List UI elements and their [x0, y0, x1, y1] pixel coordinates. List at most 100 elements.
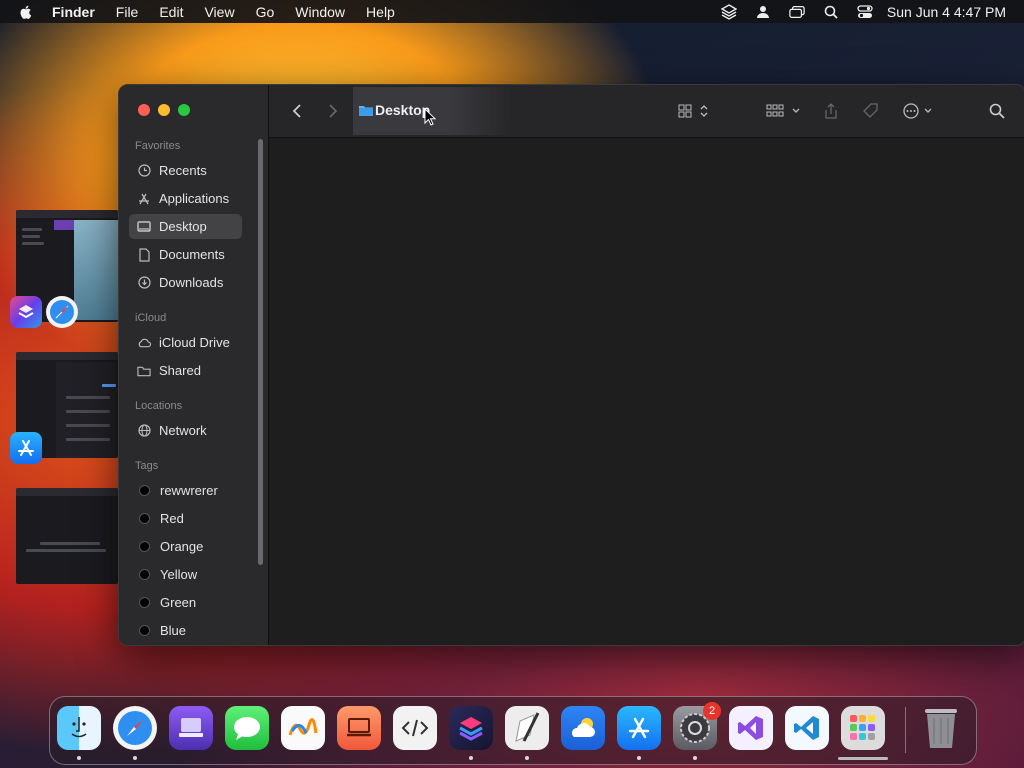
back-icon[interactable] [287, 101, 307, 121]
dock-app-presenter[interactable] [337, 706, 381, 750]
sidebar-tag-rewwrerer[interactable]: rewwrerer [129, 478, 242, 503]
menu-edit[interactable]: Edit [159, 4, 183, 20]
sidebar-tag-blue[interactable]: Blue [129, 618, 242, 643]
menu-view[interactable]: View [204, 4, 234, 20]
dock-app-system-settings[interactable]: 2 [673, 702, 721, 750]
thumbnail-line [66, 424, 110, 427]
apple-icon[interactable] [18, 4, 34, 20]
minimize-button[interactable] [158, 104, 170, 116]
notification-badge: 2 [703, 702, 721, 720]
group-by-icon[interactable] [765, 101, 805, 121]
document-icon [137, 247, 151, 262]
thumbnail-line [26, 549, 106, 552]
thumbnail-titlebar [16, 210, 118, 218]
sidebar-item-label: iCloud Drive [159, 335, 230, 350]
sidebar-tag-red[interactable]: Red [129, 506, 242, 531]
close-button[interactable] [138, 104, 150, 116]
sidebar-item-desktop[interactable]: Desktop [129, 214, 242, 239]
sidebar-item-label: Yellow [160, 567, 198, 582]
sidebar-tag-green[interactable]: Green [129, 590, 242, 615]
running-indicator [637, 756, 641, 760]
tag-icon[interactable] [861, 101, 881, 121]
dock-app-freeform[interactable] [281, 706, 325, 750]
thumbnail-line [22, 228, 42, 231]
sidebar-item-network[interactable]: Network [129, 418, 242, 443]
appstore-stage-icon[interactable] [10, 432, 42, 464]
tag-dot-icon [139, 541, 150, 552]
dock-app-visual-studio[interactable] [729, 706, 773, 750]
tag-dot-icon [139, 569, 150, 580]
sidebar-item-documents[interactable]: Documents [129, 242, 242, 267]
thumbnail-titlebar [16, 352, 118, 360]
tags-heading: Tags [135, 460, 159, 472]
sidebar-item-label: Applications [159, 191, 230, 206]
toolbar: Desktop [269, 85, 1024, 138]
sidebar-tag-orange[interactable]: Orange [129, 534, 242, 559]
file-area[interactable] [269, 138, 1024, 645]
sidebar-item-label: Documents [159, 247, 225, 262]
dock-separator [905, 707, 906, 753]
user-icon[interactable] [755, 4, 771, 20]
favorites-heading: Favorites [135, 140, 181, 152]
zoom-button[interactable] [178, 104, 190, 116]
menu-clock[interactable]: Sun Jun 4 4:47 PM [887, 4, 1006, 20]
dock-app-messages[interactable] [225, 706, 269, 750]
sidebar-tag-yellow[interactable]: Yellow [129, 562, 242, 587]
dock-app-safari[interactable] [113, 706, 157, 750]
dock-scroll-indicator [838, 757, 888, 760]
search-icon[interactable] [987, 101, 1007, 121]
applications-icon [137, 192, 151, 206]
stack-icon[interactable] [720, 3, 737, 20]
dock-app-weather[interactable] [561, 706, 605, 750]
dock-app-launchpad[interactable] [841, 706, 885, 750]
dock-trash[interactable] [919, 706, 963, 750]
sidebar-item-downloads[interactable]: Downloads [129, 270, 242, 295]
sidebar-item-label: Shared [159, 363, 201, 378]
search-icon[interactable] [823, 4, 839, 20]
dock-app-script-editor[interactable] [393, 706, 437, 750]
menu-bar: Finder File Edit View Go Window Help Sun… [0, 0, 1024, 23]
sidebar-item-applications[interactable]: Applications [129, 186, 242, 211]
screen-mirror-icon[interactable] [789, 4, 805, 20]
menu-help[interactable]: Help [366, 4, 395, 20]
sidebar-item-label: Red [160, 511, 184, 526]
sidebar-item-shared[interactable]: Shared [129, 358, 242, 383]
sidebar-scrollbar[interactable] [258, 139, 263, 565]
window-title[interactable]: Desktop [375, 102, 430, 118]
action-menu-icon[interactable] [901, 101, 941, 121]
mouse-cursor-icon [424, 108, 436, 126]
stage-thumbnail-editor[interactable] [16, 488, 118, 584]
shared-folder-icon [137, 364, 151, 378]
thumbnail-line [102, 384, 116, 387]
menu-go[interactable]: Go [256, 4, 275, 20]
menu-file[interactable]: File [116, 4, 139, 20]
dock-app-finder[interactable] [57, 706, 101, 750]
sidebar-item-label: Recents [159, 163, 207, 178]
shortcuts-stage-icon[interactable] [10, 296, 42, 328]
dock-app-notes-pen[interactable] [505, 706, 549, 750]
share-icon[interactable] [821, 101, 841, 121]
menu-window[interactable]: Window [295, 4, 345, 20]
dock-app-shortcuts[interactable] [449, 706, 493, 750]
safari-stage-icon[interactable] [46, 296, 78, 328]
sidebar-item-label: Desktop [159, 219, 207, 234]
view-mode-icon[interactable] [677, 101, 713, 121]
menu-finder[interactable]: Finder [52, 4, 95, 20]
forward-icon[interactable] [323, 101, 343, 121]
sidebar-item-recents[interactable]: Recents [129, 158, 242, 183]
running-indicator [469, 756, 473, 760]
thumbnail-line [66, 438, 110, 441]
status-area: Sun Jun 4 4:47 PM [703, 0, 1006, 23]
dock-app-vs-code[interactable] [785, 706, 829, 750]
sidebar-item-label: Blue [160, 623, 187, 638]
control-center-icon[interactable] [857, 4, 873, 20]
thumbnail-line [22, 235, 40, 238]
running-indicator [77, 756, 81, 760]
thumbnail-accent [54, 220, 74, 230]
dock-app-mirror[interactable] [169, 706, 213, 750]
thumbnail-line [66, 410, 110, 413]
thumbnail-preview [74, 220, 118, 320]
dock-app-app-store[interactable] [617, 706, 661, 750]
download-icon [137, 276, 151, 290]
sidebar-item-icloud-drive[interactable]: iCloud Drive [129, 330, 242, 355]
